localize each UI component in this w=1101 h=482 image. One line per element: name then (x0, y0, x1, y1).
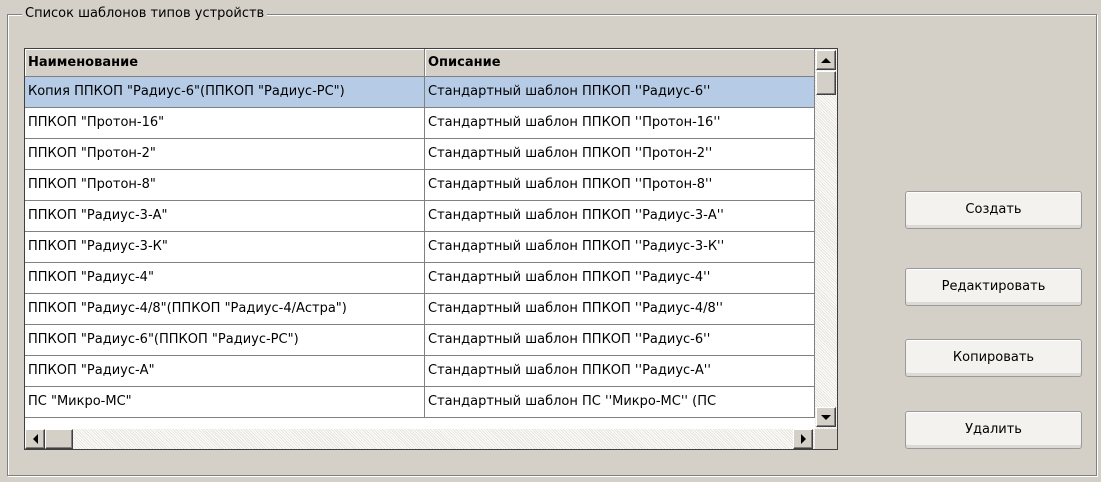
cell-description: Стандартный шаблон ППКОП ''Радиус-3-А'' (425, 201, 815, 232)
cell-name: ППКОП "Радиус-А" (25, 356, 425, 387)
scroll-left-button[interactable] (25, 429, 45, 449)
vertical-scroll-thumb[interactable] (816, 71, 836, 95)
table-row[interactable]: ППКОП "Радиус-3-А" Стандартный шаблон ПП… (25, 201, 815, 232)
cell-description: Стандартный шаблон ПС ''Микро-МС'' (ПС (425, 387, 815, 418)
table-row[interactable]: ППКОП "Радиус-6"(ППКОП "Радиус-РС") Стан… (25, 325, 815, 356)
table-row[interactable]: ППКОП "Радиус-4/8"(ППКОП "Радиус-4/Астра… (25, 294, 815, 325)
cell-description: Стандартный шаблон ППКОП ''Радиус-А'' (425, 356, 815, 387)
scroll-down-button[interactable] (816, 407, 836, 427)
cell-name: ППКОП "Радиус-4" (25, 263, 425, 294)
cell-description: Стандартный шаблон ППКОП ''Протон-16'' (425, 108, 815, 139)
cell-name: ППКОП "Протон-2" (25, 139, 425, 170)
cell-name: Копия ППКОП "Радиус-6"(ППКОП "Радиус-РС"… (25, 77, 425, 108)
cell-description: Стандартный шаблон ППКОП ''Протон-2'' (425, 139, 815, 170)
arrow-right-icon (800, 434, 806, 444)
cell-name: ППКОП "Протон-8" (25, 170, 425, 201)
edit-button[interactable]: Редактировать (905, 268, 1082, 306)
horizontal-scroll-thumb[interactable] (45, 429, 73, 449)
table-row[interactable]: ППКОП "Протон-2" Стандартный шаблон ППКО… (25, 139, 815, 170)
cell-name: ППКОП "Протон-16" (25, 108, 425, 139)
templates-grid[interactable]: Наименование Описание Копия ППКОП "Радиу… (24, 48, 838, 450)
arrow-down-icon (821, 414, 831, 420)
cell-name: ППКОП "Радиус-6"(ППКОП "Радиус-РС") (25, 325, 425, 356)
grid-rows: Копия ППКОП "Радиус-6"(ППКОП "Радиус-РС"… (25, 77, 815, 418)
scroll-up-button[interactable] (816, 50, 836, 70)
cell-name: ППКОП "Радиус-4/8"(ППКОП "Радиус-4/Астра… (25, 294, 425, 325)
delete-button[interactable]: Удалить (905, 411, 1082, 449)
cell-name: ППКОП "Радиус-3-К" (25, 232, 425, 263)
table-row[interactable]: ПС "Микро-МС" Стандартный шаблон ПС ''Ми… (25, 387, 815, 418)
grid-header: Наименование Описание (25, 49, 815, 77)
cell-description: Стандартный шаблон ППКОП ''Радиус-4/8'' (425, 294, 815, 325)
table-row[interactable]: ППКОП "Протон-16" Стандартный шаблон ППК… (25, 108, 815, 139)
column-header-name[interactable]: Наименование (25, 49, 425, 77)
cell-description: Стандартный шаблон ППКОП ''Радиус-3-К'' (425, 232, 815, 263)
horizontal-scrollbar[interactable] (25, 429, 815, 449)
table-row[interactable]: ППКОП "Радиус-А" Стандартный шаблон ППКО… (25, 356, 815, 387)
table-row[interactable]: ППКОП "Радиус-3-К" Стандартный шаблон ПП… (25, 232, 815, 263)
groupbox-title: Список шаблонов типов устройств (22, 6, 268, 22)
cell-name: ПС "Микро-МС" (25, 387, 425, 418)
cell-description: Стандартный шаблон ППКОП ''Радиус-6'' (425, 325, 815, 356)
cell-name: ППКОП "Радиус-3-А" (25, 201, 425, 232)
cell-description: Стандартный шаблон ППКОП ''Протон-8'' (425, 170, 815, 201)
table-row[interactable]: Копия ППКОП "Радиус-6"(ППКОП "Радиус-РС"… (25, 77, 815, 108)
arrow-left-icon (32, 434, 38, 444)
scroll-right-button[interactable] (793, 429, 813, 449)
column-header-description[interactable]: Описание (425, 49, 815, 77)
cell-description: Стандартный шаблон ППКОП ''Радиус-6'' (425, 77, 815, 108)
create-button[interactable]: Создать (905, 191, 1082, 229)
vertical-scrollbar[interactable] (815, 49, 837, 429)
arrow-up-icon (821, 57, 831, 63)
copy-button[interactable]: Копировать (905, 339, 1082, 377)
table-row[interactable]: ППКОП "Радиус-4" Стандартный шаблон ППКО… (25, 263, 815, 294)
table-row[interactable]: ППКОП "Протон-8" Стандартный шаблон ППКО… (25, 170, 815, 201)
scrollbar-corner (815, 429, 837, 449)
cell-description: Стандартный шаблон ППКОП ''Радиус-4'' (425, 263, 815, 294)
